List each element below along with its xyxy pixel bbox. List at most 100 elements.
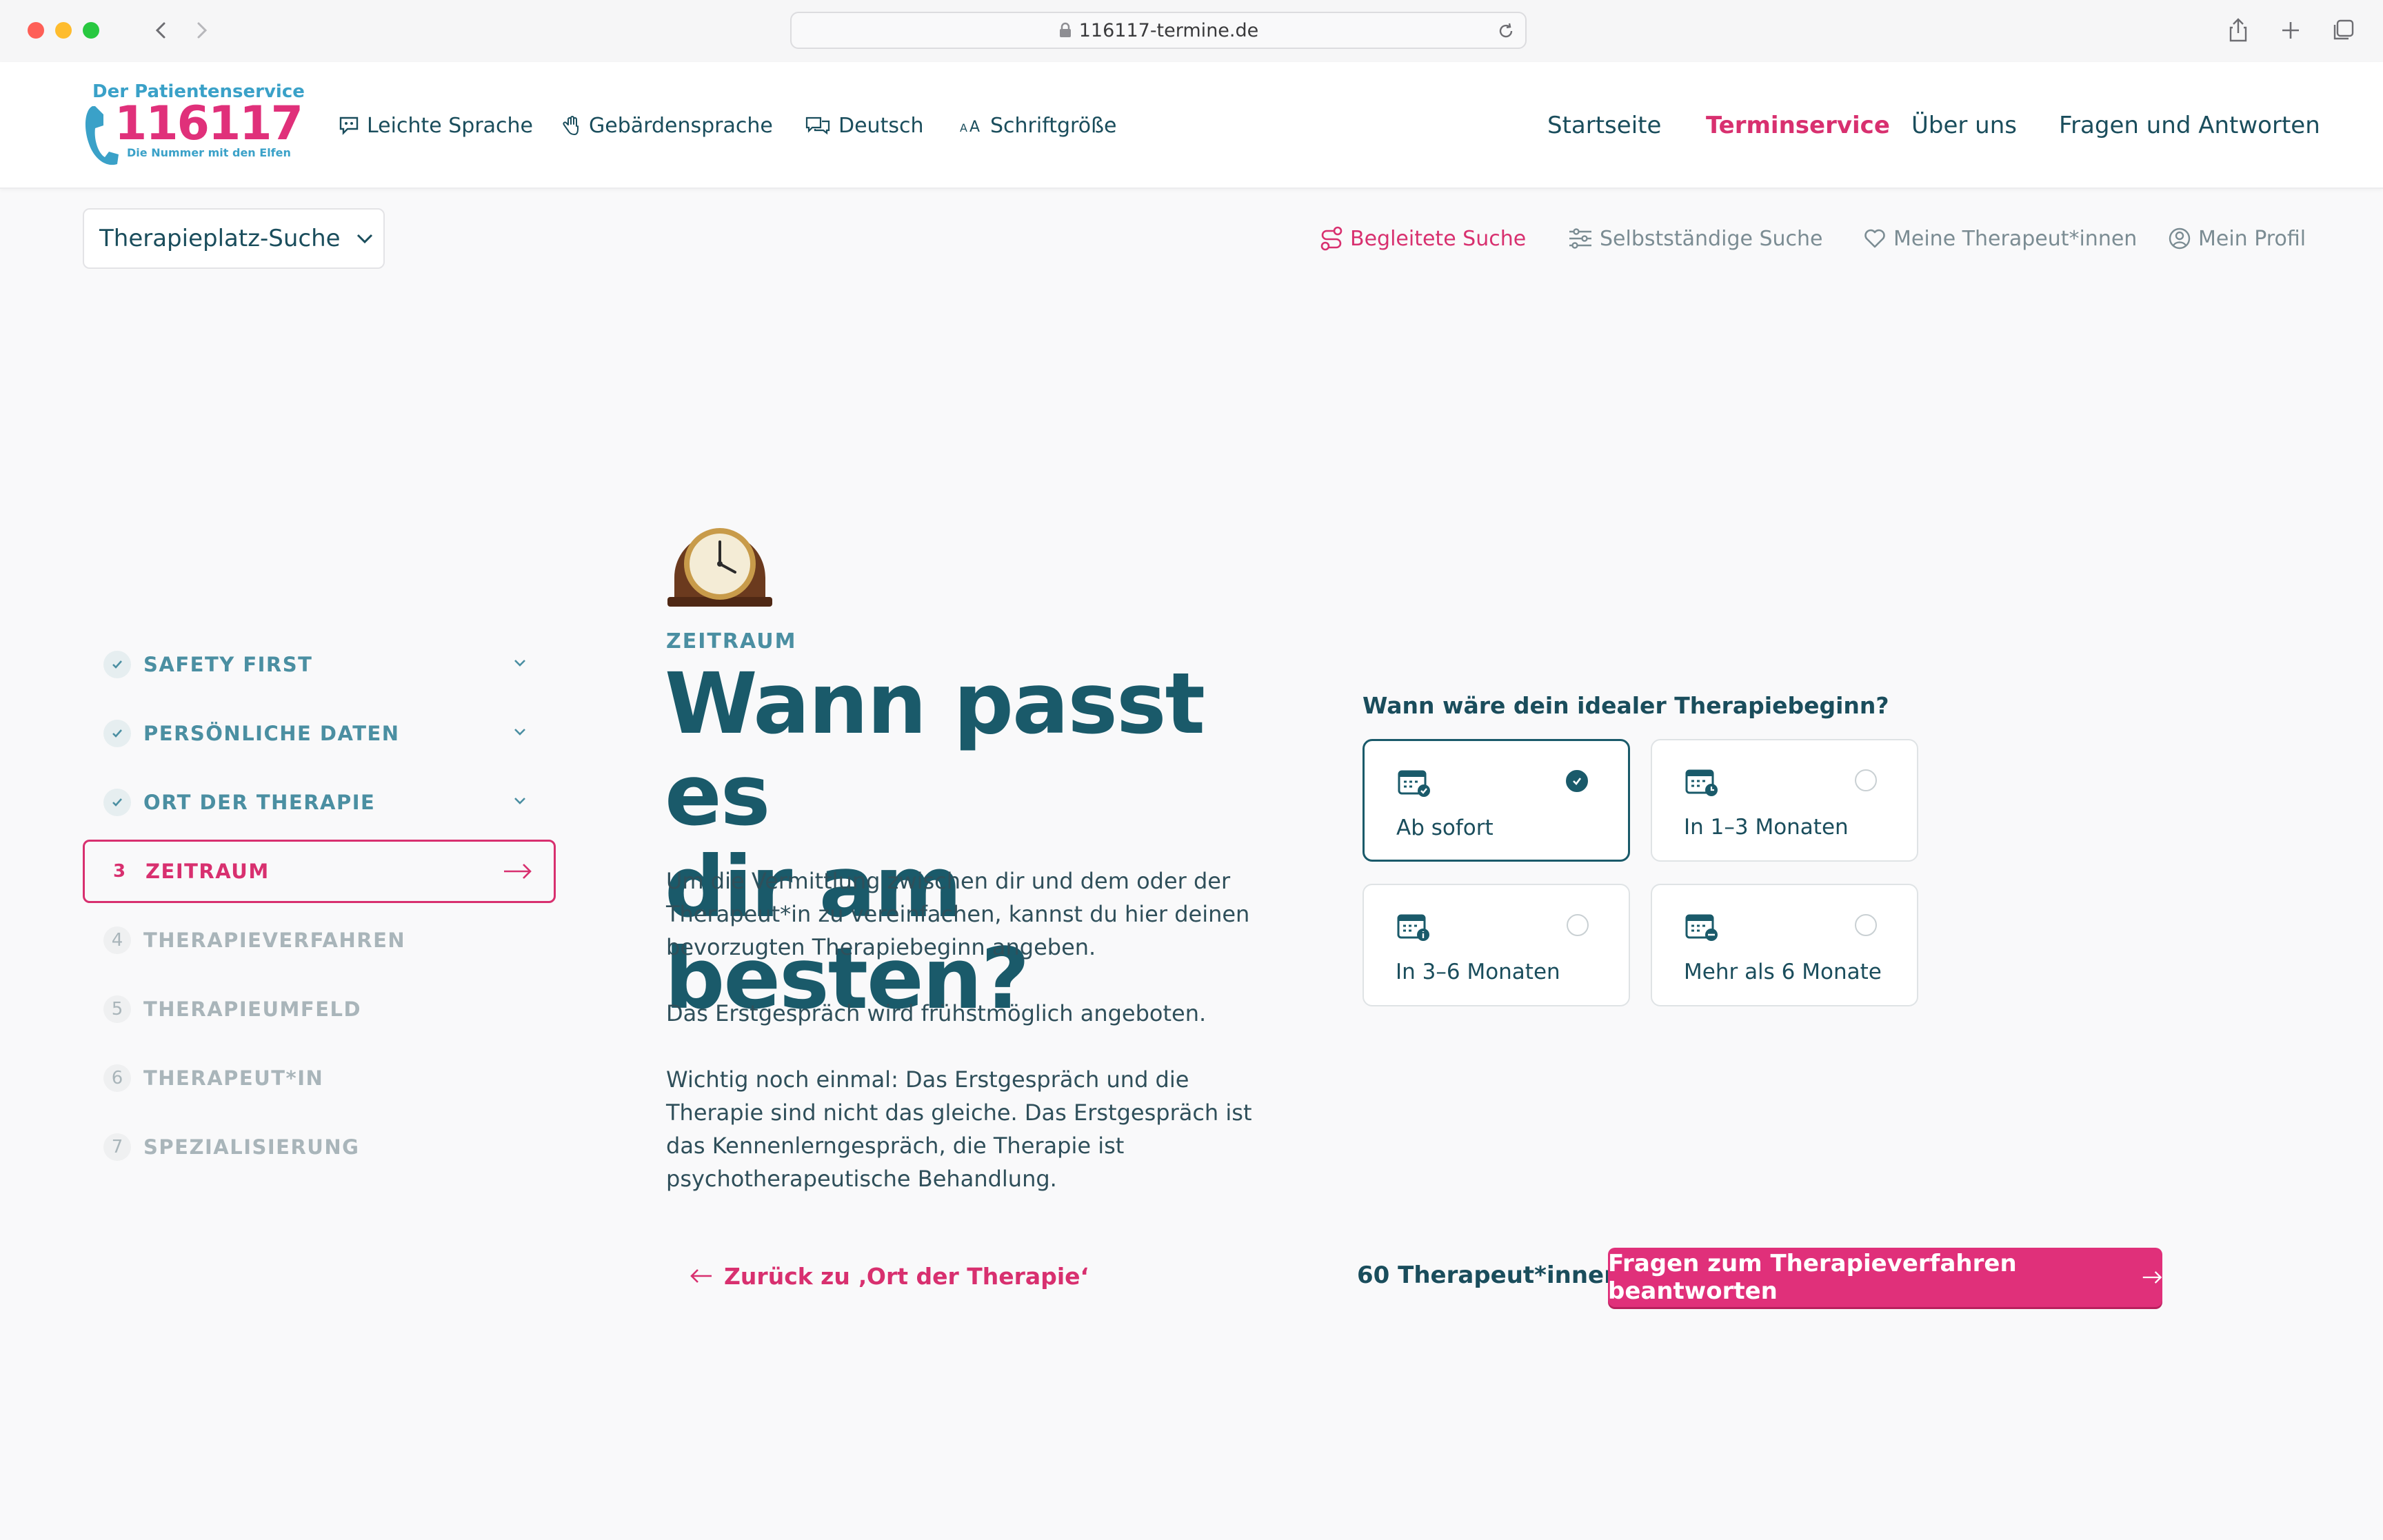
begleitete-suche-label: Begleitete Suche — [1350, 226, 1527, 251]
step-number: 3 — [112, 861, 126, 882]
nav-meine-therapeutinnen[interactable]: Meine Therapeut*innen — [1863, 222, 2137, 255]
font-size-icon: AA — [960, 119, 980, 134]
option-in-1-3-monaten[interactable]: In 1–3 Monaten — [1651, 739, 1918, 862]
step-label: THERAPEUT*IN — [143, 1066, 324, 1090]
chevron-down-icon — [356, 234, 372, 244]
therapist-count: 60 Therapeut*innen — [1357, 1262, 1621, 1289]
language-selector[interactable]: Deutsch — [804, 110, 923, 141]
tab-overview-icon[interactable] — [2329, 17, 2357, 44]
logo-slogan: Die Nummer mit den Elfen — [127, 146, 291, 159]
step-zeitraum[interactable]: 3 ZEITRAUM — [83, 840, 556, 903]
minimize-window-button[interactable] — [55, 22, 72, 39]
step-ort-der-therapie[interactable]: ORT DER THERAPIE — [83, 771, 556, 834]
step-number: 4 — [103, 926, 131, 954]
nav-selbststaendige-suche[interactable]: Selbstständige Suche — [1568, 222, 1823, 255]
forward-arrow-icon[interactable] — [188, 17, 215, 44]
speech-bubble-icon — [339, 116, 359, 135]
step-label: SAFETY FIRST — [143, 653, 313, 676]
radio-unselected-icon — [1567, 914, 1589, 936]
option-in-3-6-monaten[interactable]: In 3–6 Monaten — [1363, 884, 1630, 1006]
url-text: 116117-termine.de — [1078, 19, 1259, 41]
option-ab-sofort[interactable]: Ab sofort — [1363, 739, 1630, 862]
arrow-right-icon — [504, 864, 532, 879]
step-safety-first[interactable]: SAFETY FIRST — [83, 633, 556, 696]
hand-icon — [563, 116, 579, 136]
radio-unselected-icon — [1855, 914, 1877, 936]
step-label: SPEZIALISIERUNG — [143, 1135, 360, 1159]
selbststaendige-suche-label: Selbstständige Suche — [1600, 226, 1823, 251]
sign-language-label: Gebärdensprache — [589, 113, 773, 138]
lock-icon — [1059, 22, 1071, 37]
back-link[interactable]: Zurück zu ‚Ort der Therapie‘ — [690, 1259, 1089, 1293]
mein-profil-label: Mein Profil — [2198, 226, 2306, 251]
first-appointment-paragraph: Das Erstgespräch wird frühstmöglich ange… — [666, 1000, 1207, 1026]
option-label: Mehr als 6 Monate — [1684, 960, 1882, 984]
font-size-link[interactable]: AA Schriftgröße — [960, 110, 1116, 141]
nav-terminservice[interactable]: Terminservice — [1706, 106, 1890, 145]
browser-toolbar: 116117-termine.de — [0, 0, 2383, 62]
heart-icon — [1864, 229, 1885, 248]
arrow-right-icon — [2142, 1271, 2162, 1284]
share-icon[interactable] — [2224, 17, 2252, 44]
step-number: 5 — [103, 995, 131, 1023]
search-type-select[interactable]: Therapieplatz-Suche — [83, 208, 385, 269]
calendar-info-icon — [1397, 914, 1429, 941]
nav-fragen-und-antworten[interactable]: Fragen und Antworten — [2059, 106, 2320, 145]
user-circle-icon — [2169, 227, 2191, 250]
calendar-check-icon — [1398, 770, 1430, 797]
chevron-down-icon — [514, 729, 525, 736]
continue-button-label: Fragen zum Therapieverfahren beantworten — [1608, 1250, 2017, 1305]
meine-therapeutinnen-label: Meine Therapeut*innen — [1893, 226, 2138, 251]
new-tab-icon[interactable] — [2277, 17, 2304, 44]
arrow-left-icon — [690, 1269, 712, 1283]
important-note-paragraph: Wichtig noch einmal: Das Erstgespräch un… — [666, 1066, 1252, 1192]
language-label: Deutsch — [838, 113, 924, 138]
section-eyebrow: ZEITRAUM — [666, 629, 797, 654]
intro-paragraph: Um die Vermittlung zwischen dir und dem … — [666, 868, 1250, 960]
step-label: THERAPIEVERFAHREN — [143, 929, 406, 952]
sliders-icon — [1569, 228, 1591, 249]
calendar-minus-icon — [1685, 914, 1718, 941]
svg-text:A: A — [969, 119, 980, 134]
step-spezialisierung[interactable]: 7 SPEZIALISIERUNG — [83, 1115, 556, 1179]
option-label: Ab sofort — [1396, 815, 1494, 840]
mantel-clock-icon — [667, 528, 772, 607]
nav-mein-profil[interactable]: Mein Profil — [2168, 222, 2306, 255]
continue-button[interactable]: Fragen zum Therapieverfahren beantworten — [1608, 1248, 2162, 1307]
nav-ueber-uns[interactable]: Über uns — [1911, 106, 2017, 145]
chat-bubbles-icon — [805, 116, 830, 135]
address-bar[interactable]: 116117-termine.de — [790, 12, 1527, 49]
option-label: In 3–6 Monaten — [1396, 960, 1560, 984]
step-complete-check-icon — [103, 789, 131, 816]
route-icon — [1320, 226, 1343, 251]
easy-language-label: Leichte Sprache — [367, 113, 534, 138]
reload-icon[interactable] — [1496, 21, 1516, 41]
font-size-label: Schriftgröße — [990, 113, 1117, 138]
nav-begleitete-suche[interactable]: Begleitete Suche — [1320, 222, 1526, 255]
step-label: ZEITRAUM — [145, 860, 270, 883]
step-therapieumfeld[interactable]: 5 THERAPIEUMFELD — [83, 977, 556, 1041]
step-persoenliche-daten[interactable]: PERSÖNLICHE DATEN — [83, 702, 556, 765]
step-therapeutin[interactable]: 6 THERAPEUT*IN — [83, 1046, 556, 1110]
easy-language-link[interactable]: Leichte Sprache — [338, 110, 533, 141]
step-label: ORT DER THERAPIE — [143, 791, 376, 814]
step-label: PERSÖNLICHE DATEN — [143, 722, 400, 745]
nav-startseite[interactable]: Startseite — [1547, 106, 1661, 145]
chevron-down-icon — [514, 660, 525, 667]
sign-language-link[interactable]: Gebärdensprache — [563, 110, 773, 141]
step-complete-check-icon — [103, 720, 131, 747]
option-mehr-als-6-monate[interactable]: Mehr als 6 Monate — [1651, 884, 1918, 1006]
radio-unselected-icon — [1855, 769, 1877, 791]
question-label: Wann wäre dein idealer Therapiebeginn? — [1363, 692, 1889, 719]
back-arrow-icon[interactable] — [148, 17, 175, 44]
radio-selected-icon — [1566, 770, 1588, 792]
step-label: THERAPIEUMFELD — [143, 997, 362, 1021]
page-title-line-1: Wann passt es — [665, 655, 1205, 844]
step-number: 6 — [103, 1064, 131, 1092]
step-therapieverfahren[interactable]: 4 THERAPIEVERFAHREN — [83, 909, 556, 972]
maximize-window-button[interactable] — [83, 22, 99, 39]
close-window-button[interactable] — [28, 22, 44, 39]
search-type-label: Therapieplatz-Suche — [99, 225, 341, 252]
step-number: 7 — [103, 1133, 131, 1161]
svg-text:A: A — [960, 121, 967, 134]
